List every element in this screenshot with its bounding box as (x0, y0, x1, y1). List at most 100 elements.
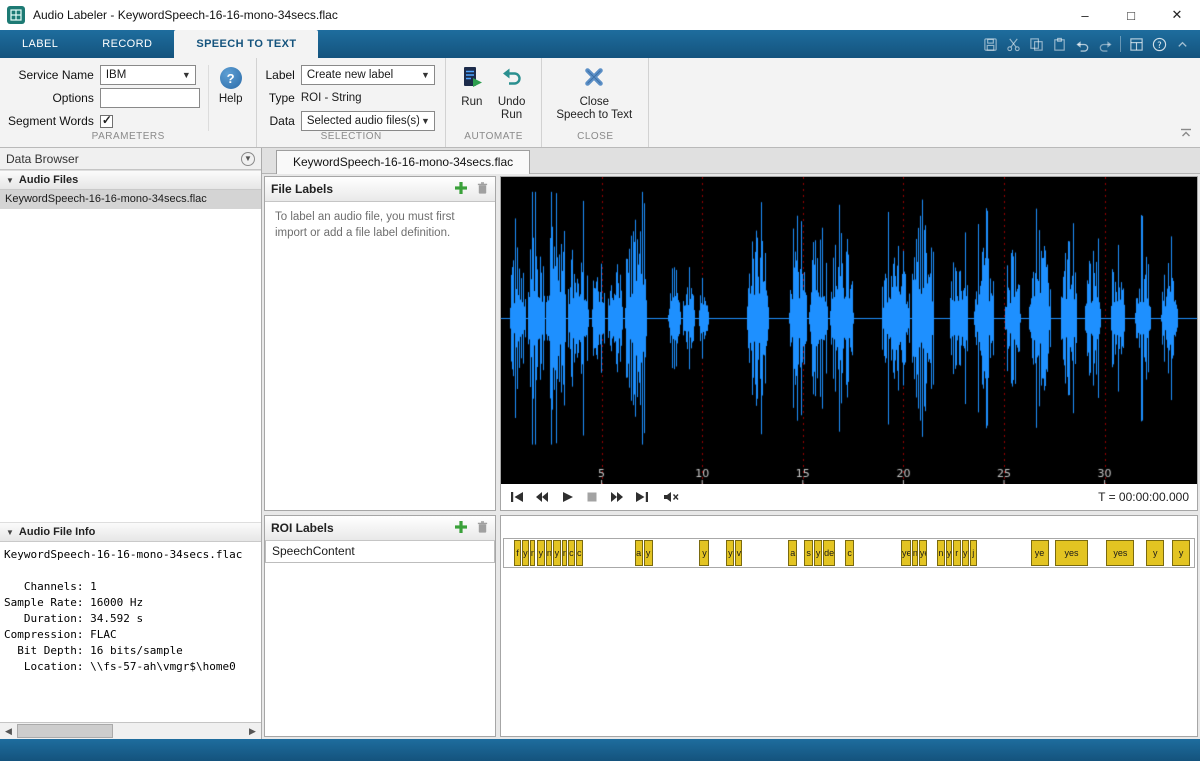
fast-forward-icon[interactable] (609, 489, 625, 505)
file-labels-empty-text: To label an audio file, you must first i… (265, 202, 495, 249)
roi-labels-title: ROI Labels (271, 521, 446, 535)
roi-segment[interactable]: a (635, 540, 643, 566)
roi-segment[interactable]: y (1146, 540, 1164, 566)
minimize-button[interactable]: – (1062, 0, 1108, 30)
segment-words-checkbox[interactable] (100, 115, 113, 128)
audio-file-info-header[interactable]: ▼ Audio File Info (0, 522, 261, 542)
undo-run-button[interactable]: UndoRun (492, 63, 532, 131)
copy-icon[interactable] (1028, 36, 1044, 52)
roi-segment[interactable]: n (530, 540, 535, 566)
roi-segment[interactable]: c (845, 540, 854, 566)
document-tab[interactable]: KeywordSpeech-16-16-mono-34secs.flac (276, 150, 530, 174)
skip-start-icon[interactable] (509, 489, 525, 505)
window-layout-icon[interactable] (1128, 36, 1144, 52)
scrollbar-thumb[interactable] (17, 724, 113, 738)
panel-menu-icon[interactable]: ▼ (241, 152, 255, 166)
roi-segment[interactable]: n (546, 540, 552, 566)
section-label-automate: AUTOMATE (446, 131, 542, 147)
collapse-toolstrip-icon[interactable] (1180, 127, 1192, 141)
roi-segment[interactable]: s (804, 540, 813, 566)
roi-segment[interactable]: y (644, 540, 653, 566)
roi-track-panel: fynynynccayyyvasydecyenyenyryjyeyesyesyy (500, 515, 1198, 737)
titlebar: Audio Labeler - KeywordSpeech-16-16-mono… (0, 0, 1200, 30)
chevron-down-icon: ▼ (180, 70, 193, 80)
roi-segment[interactable]: f (514, 540, 521, 566)
stop-icon[interactable] (584, 489, 600, 505)
audio-file-info-text: KeywordSpeech-16-16-mono-34secs.flac Cha… (0, 542, 261, 722)
label-dropdown[interactable]: Create new label ▼ (301, 65, 435, 85)
type-value: ROI - String (301, 92, 435, 104)
help-icon[interactable]: ? (1151, 36, 1167, 52)
data-dropdown[interactable]: Selected audio files(s) ▼ (301, 111, 435, 131)
roi-segment[interactable]: ye (901, 540, 911, 566)
undo-icon[interactable] (1074, 36, 1090, 52)
roi-label-item[interactable]: SpeechContent (265, 541, 495, 563)
cut-icon[interactable] (1005, 36, 1021, 52)
window-title: Audio Labeler - KeywordSpeech-16-16-mono… (33, 8, 1062, 22)
roi-segment[interactable]: y (726, 540, 734, 566)
scroll-left-icon[interactable]: ◀ (0, 723, 17, 739)
roi-segment[interactable]: y (814, 540, 822, 566)
add-file-label-button[interactable] (454, 181, 468, 198)
paste-icon[interactable] (1051, 36, 1067, 52)
audio-file-item[interactable]: KeywordSpeech-16-16-mono-34secs.flac (0, 190, 261, 209)
help-label: Help (219, 93, 243, 105)
roi-segment[interactable]: yes (1106, 540, 1134, 566)
horizontal-scrollbar[interactable]: ◀ ▶ (0, 722, 261, 739)
roi-segment[interactable]: r (953, 540, 961, 566)
roi-segment[interactable]: y (522, 540, 529, 566)
qat-separator (1120, 36, 1121, 52)
roi-segment[interactable]: yes (1055, 540, 1089, 566)
roi-segment[interactable]: ye (919, 540, 927, 566)
delete-roi-label-button[interactable] (476, 520, 489, 537)
save-icon[interactable] (982, 36, 998, 52)
help-icon-button[interactable]: ? (220, 67, 242, 89)
tab-label[interactable]: LABEL (0, 30, 80, 58)
data-browser-title: Data Browser (6, 152, 79, 166)
roi-segment[interactable]: a (788, 540, 797, 566)
delete-file-label-button[interactable] (476, 181, 489, 198)
tab-record[interactable]: RECORD (80, 30, 174, 58)
roi-segment[interactable]: y (962, 540, 969, 566)
app-icon (7, 6, 25, 24)
rewind-icon[interactable] (534, 489, 550, 505)
redo-icon[interactable] (1097, 36, 1113, 52)
roi-segment[interactable]: y (553, 540, 561, 566)
roi-segment[interactable]: y (946, 540, 952, 566)
roi-segment[interactable]: y (1172, 540, 1190, 566)
minimize-ribbon-icon[interactable] (1174, 36, 1190, 52)
chevron-down-icon: ▼ (419, 70, 432, 80)
add-roi-label-button[interactable] (454, 520, 468, 537)
roi-segment[interactable]: c (568, 540, 575, 566)
roi-segment[interactable]: c (576, 540, 583, 566)
roi-segment[interactable]: de (823, 540, 835, 566)
scroll-right-icon[interactable]: ▶ (244, 723, 261, 739)
mute-icon[interactable] (663, 489, 679, 505)
waveform-display[interactable] (501, 177, 1197, 484)
roi-segment[interactable]: v (735, 540, 742, 566)
roi-segment[interactable]: n (562, 540, 567, 566)
service-name-dropdown[interactable]: IBM ▼ (100, 65, 196, 85)
roi-segment[interactable]: j (970, 540, 977, 566)
section-close: CloseSpeech to Text CLOSE (542, 58, 649, 147)
audio-files-header[interactable]: ▼ Audio Files (0, 170, 261, 190)
roi-segment[interactable]: y (699, 540, 709, 566)
data-browser-panel: Data Browser ▼ ▼ Audio Files KeywordSpee… (0, 148, 262, 739)
waveform-canvas[interactable] (501, 177, 1197, 484)
roi-segment[interactable]: ye (1031, 540, 1049, 566)
section-label-parameters: PARAMETERS (0, 131, 256, 147)
skip-end-icon[interactable] (634, 489, 650, 505)
options-input[interactable] (100, 88, 200, 108)
maximize-button[interactable]: □ (1108, 0, 1154, 30)
play-icon[interactable] (559, 489, 575, 505)
close-speech-to-text-button[interactable]: CloseSpeech to Text (550, 63, 638, 131)
run-button[interactable]: Run (454, 63, 490, 131)
roi-segment[interactable]: n (937, 540, 945, 566)
segment-words-label: Segment Words (8, 114, 94, 128)
quick-access-toolbar: ? (982, 30, 1200, 58)
roi-segment[interactable]: y (537, 540, 545, 566)
close-button[interactable]: ✕ (1154, 0, 1200, 30)
roi-segment[interactable]: n (912, 540, 918, 566)
roi-track-strip[interactable]: fynynynccayyyvasydecyenyenyryjyeyesyesyy (503, 538, 1195, 568)
tab-speech-to-text[interactable]: SPEECH TO TEXT (174, 30, 318, 58)
